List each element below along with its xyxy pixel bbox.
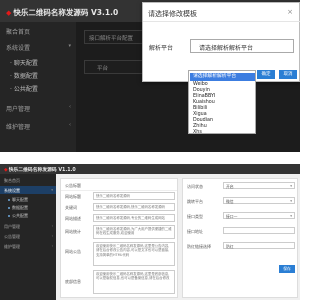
sidebar-item-maintenance[interactable]: 维护管理 ‹: [0, 119, 76, 133]
keywords-input[interactable]: 快乐二维码名称发源码,快乐二维码名称发源码: [93, 203, 175, 211]
chevron-down-icon: ▾: [68, 43, 71, 49]
form-label: 网站标题: [65, 194, 81, 199]
settings-panel: 访问状态 开启 ▾ 跳转平台 微信 ▾ 接口类型 接口一 ▾ 接口地址 防红链接选择 …: [182, 178, 298, 298]
chevron-down-icon: ▾: [290, 184, 292, 188]
sidebar-item-user-management[interactable]: 用户管理 ‹: [0, 101, 76, 115]
sidebar-subitem-chat-config[interactable]: 聊天配置: [0, 195, 56, 203]
select-value: 微信: [226, 199, 234, 204]
form-label: 访问状态: [187, 184, 203, 189]
sidebar-item-label: 系统设置: [6, 45, 31, 52]
top-screenshot: ◆ 快乐二维码名称发源码 V3.1.0 聚合首页 系统设置 ▾ · 聊天配置 · 数…: [0, 0, 300, 152]
sidebar: 聚合首页 系统设置 ▾ · 聊天配置 · 数据配置 · 公共配置 用户管理 ‹ 维护…: [0, 22, 76, 152]
sidebar-item-label: 聊天配置: [12, 197, 28, 202]
site-title-input[interactable]: 快乐二维码名称发源码: [93, 192, 175, 200]
row-divider: [61, 190, 177, 191]
chevron-left-icon: ‹: [69, 104, 71, 110]
footer-textarea[interactable]: 欢迎使用快乐二维码名称发源码,这里是底部信息,可以是版权信息,也可以是备案信息,…: [93, 270, 175, 294]
app-title: ◆快乐二维码名称发源码 V1.1.0: [4, 166, 76, 173]
sidebar-item-label: · 公共配置: [10, 86, 38, 93]
form-label: 公告标题: [65, 183, 81, 188]
sidebar-item-maintenance[interactable]: 维护管理 ‹: [0, 242, 56, 250]
form-label: 接口地址: [187, 229, 203, 234]
chevron-down-icon: ▾: [51, 188, 53, 192]
form-label: 防红链接选择: [187, 244, 211, 249]
logo-icon: ◆: [6, 9, 12, 17]
chevron-left-icon: ‹: [69, 122, 71, 128]
field-label: 解析平台: [149, 45, 174, 52]
sidebar-item-system-settings[interactable]: 系统设置 ▾: [0, 186, 56, 194]
form-label: 接口类型: [187, 214, 203, 219]
app-title-text: 快乐二维码名称发源码 V3.1.0: [13, 8, 119, 17]
sidebar-subitem-data-config[interactable]: · 数据配置: [0, 68, 76, 82]
bottom-screenshot: ◆快乐二维码名称发源码 V1.1.0 聚合首页 系统设置 ▾ 聊天配置 数据配置 …: [0, 164, 300, 300]
sidebar-subitem-public-config[interactable]: · 公共配置: [0, 81, 76, 95]
image-divider: [0, 152, 300, 164]
api-type-select[interactable]: 接口一 ▾: [223, 212, 295, 219]
select-value: 开启: [226, 184, 234, 189]
form-label: 网站描述: [65, 216, 81, 221]
select-value: 防红: [226, 244, 234, 249]
bullet-icon: [8, 215, 10, 217]
redirect-platform-select[interactable]: 微信 ▾: [223, 197, 295, 204]
row-label: 平台: [97, 66, 109, 72]
platform-select[interactable]: 请选择解析解析平台: [190, 39, 294, 53]
sidebar-item-label: 公告管理: [4, 234, 20, 239]
sidebar-subitem-public-config[interactable]: 公共配置: [0, 211, 56, 219]
sidebar: 聚合首页 系统设置 ▾ 聊天配置 数据配置 公共配置 用户管理 ‹ 公告管理 ‹ 维护…: [0, 174, 56, 300]
sidebar-item-label: · 数据配置: [10, 73, 38, 80]
save-button[interactable]: 保存: [279, 265, 295, 273]
form-label: 跳转平台: [187, 199, 203, 204]
sidebar-item-label: 维护管理: [4, 244, 20, 249]
sidebar-item-label: 用户管理: [6, 106, 31, 113]
divider: [143, 21, 300, 22]
notice-textarea[interactable]: 欢迎使用快乐二维码名称发源码,这里是公告内容,请在后台修改公告内容,可以是文字也…: [93, 242, 175, 266]
statistics-textarea[interactable]: 快乐二维码名称发源码,为广大用户提供便捷的二维码在线生成服务,欢迎使用: [93, 225, 175, 239]
site-config-form: 公告标题 网站标题 快乐二维码名称发源码 关键词 快乐二维码名称发源码,快乐二维…: [60, 178, 178, 298]
sidebar-subitem-data-config[interactable]: 数据配置: [0, 203, 56, 211]
anti-block-select[interactable]: 防红: [223, 242, 295, 249]
chevron-left-icon: ‹: [51, 234, 53, 238]
modal-title: 请选择修改模板: [148, 10, 197, 18]
bullet-icon: [8, 207, 10, 209]
cancel-button[interactable]: 取消: [279, 70, 297, 79]
description-input[interactable]: 快乐二维码名称发源码,专业的二维码生成网站: [93, 214, 175, 222]
platform-dropdown-list: 请选择解析解析平台 Weibo Douyin ElinaBBYI Kuaisho…: [188, 70, 256, 137]
confirm-button[interactable]: 确定: [257, 70, 275, 79]
sidebar-item-notice-management[interactable]: 公告管理 ‹: [0, 232, 56, 240]
sidebar-item-label: 用户管理: [4, 224, 20, 229]
sidebar-item-home[interactable]: 聚合首页: [0, 24, 76, 38]
sidebar-item-label: 聚合首页: [4, 178, 20, 183]
dropdown-option[interactable]: 请选择解析解析平台: [190, 73, 255, 81]
bullet-icon: [8, 199, 10, 201]
sidebar-item-label: 系统设置: [4, 188, 20, 193]
sidebar-item-user-management[interactable]: 用户管理 ‹: [0, 222, 56, 230]
row-label: 接口解析平台配置: [89, 36, 134, 42]
close-icon[interactable]: ×: [287, 8, 293, 16]
sidebar-item-label: 公共配置: [12, 213, 28, 218]
chevron-down-icon: ▾: [290, 199, 292, 203]
sidebar-item-label: 数据配置: [12, 205, 28, 210]
sidebar-subitem-chat-config[interactable]: · 聊天配置: [0, 55, 76, 69]
api-url-input[interactable]: [223, 227, 295, 234]
app-title: ◆ 快乐二维码名称发源码 V3.1.0: [6, 7, 118, 18]
form-label: 网站统计: [65, 229, 81, 234]
sidebar-item-label: 聚合首页: [6, 29, 31, 36]
sidebar-item-home[interactable]: 聚合首页: [0, 176, 56, 184]
access-status-select[interactable]: 开启 ▾: [223, 182, 295, 189]
chevron-down-icon: ▾: [290, 214, 292, 218]
dropdown-option[interactable]: Xhs: [190, 129, 255, 137]
app-header: ◆快乐二维码名称发源码 V1.1.0: [0, 164, 300, 174]
chevron-left-icon: ‹: [51, 224, 53, 228]
sidebar-item-system-settings[interactable]: 系统设置 ▾: [0, 40, 76, 54]
app-title-text: 快乐二维码名称发源码 V1.1.0: [8, 168, 76, 173]
sidebar-item-label: · 聊天配置: [10, 60, 38, 67]
sidebar-item-label: 维护管理: [6, 124, 31, 131]
logo-icon: ◆: [4, 168, 8, 173]
form-label: 底部信息: [65, 279, 81, 284]
chevron-left-icon: ‹: [51, 244, 53, 248]
select-value: 接口一: [226, 214, 238, 219]
form-label: 网站公告: [65, 249, 81, 254]
form-label: 关键词: [65, 205, 77, 210]
